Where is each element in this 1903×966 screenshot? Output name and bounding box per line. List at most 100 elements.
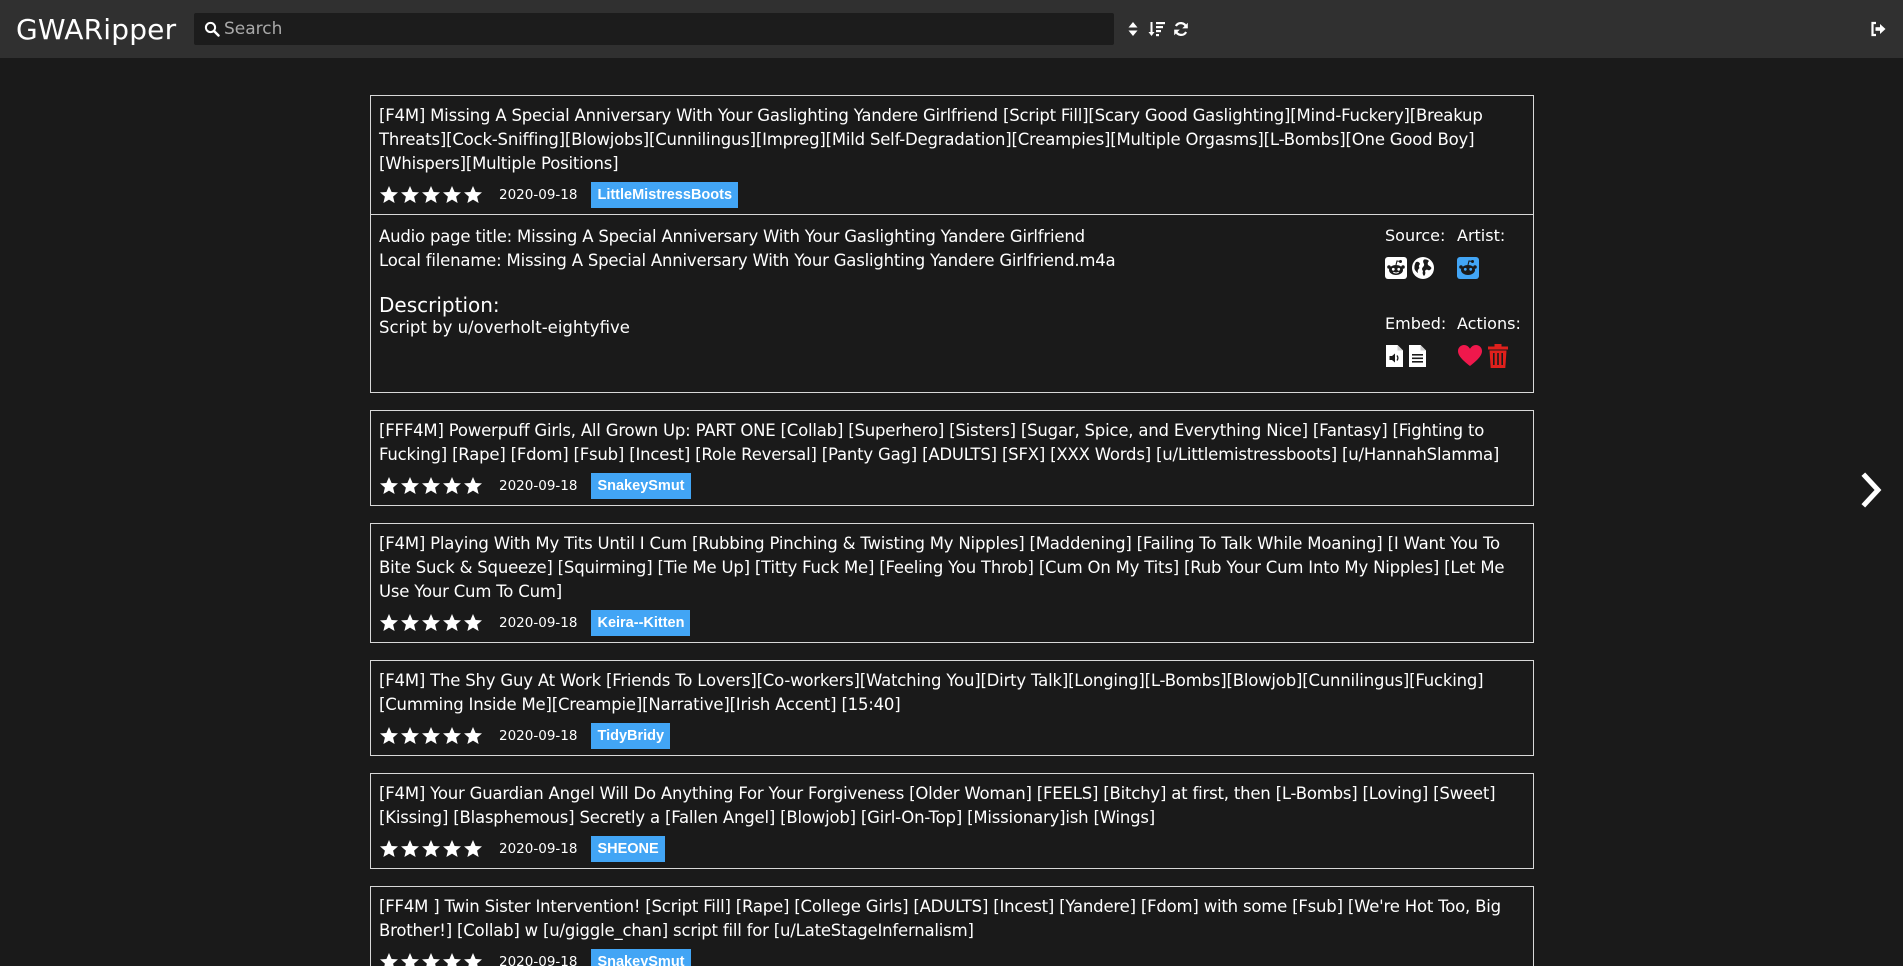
artist-badge[interactable]: LittleMistressBoots bbox=[591, 182, 739, 208]
entry-title[interactable]: [F4M] Your Guardian Angel Will Do Anythi… bbox=[379, 782, 1525, 830]
entry-header[interactable]: [FFF4M] Powerpuff Girls, All Grown Up: P… bbox=[371, 411, 1533, 505]
star-icon[interactable] bbox=[442, 726, 462, 746]
audio-file-icon[interactable] bbox=[1385, 344, 1404, 368]
embed-links bbox=[1385, 343, 1457, 369]
entry-title[interactable]: [F4M] Missing A Special Anniversary With… bbox=[379, 104, 1525, 176]
entry-title[interactable]: [FF4M ] Twin Sister Intervention! [Scrip… bbox=[379, 895, 1525, 943]
search-input[interactable] bbox=[224, 14, 1114, 44]
star-icon[interactable] bbox=[463, 185, 483, 205]
star-icon[interactable] bbox=[421, 726, 441, 746]
sign-out-icon bbox=[1871, 21, 1886, 37]
rating-stars[interactable] bbox=[379, 952, 483, 966]
star-icon[interactable] bbox=[421, 839, 441, 859]
artist-badge[interactable]: SnakeySmut bbox=[591, 473, 691, 499]
artist-group: Artist: bbox=[1457, 225, 1525, 281]
star-icon[interactable] bbox=[442, 613, 462, 633]
entry-date: 2020-09-18 bbox=[499, 187, 578, 203]
star-icon[interactable] bbox=[400, 185, 420, 205]
star-icon[interactable] bbox=[463, 726, 483, 746]
search-icon bbox=[204, 21, 220, 37]
entry-header[interactable]: [F4M] The Shy Guy At Work [Friends To Lo… bbox=[371, 661, 1533, 755]
entry-date: 2020-09-18 bbox=[499, 615, 578, 631]
star-icon[interactable] bbox=[379, 952, 399, 966]
star-icon[interactable] bbox=[379, 839, 399, 859]
audio-entry[interactable]: [FFF4M] Powerpuff Girls, All Grown Up: P… bbox=[370, 410, 1534, 506]
entry-header[interactable]: [F4M] Playing With My Tits Until I Cum [… bbox=[371, 524, 1533, 642]
audio-entry[interactable]: [F4M] Your Guardian Angel Will Do Anythi… bbox=[370, 773, 1534, 869]
entry-date: 2020-09-18 bbox=[499, 478, 578, 494]
logout-button[interactable] bbox=[1867, 18, 1889, 40]
rating-stars[interactable] bbox=[379, 476, 483, 496]
star-icon[interactable] bbox=[379, 185, 399, 205]
star-icon[interactable] bbox=[400, 952, 420, 966]
star-icon[interactable] bbox=[463, 839, 483, 859]
trash-icon[interactable] bbox=[1487, 343, 1509, 369]
reddit-artist-icon[interactable] bbox=[1457, 257, 1479, 279]
search-box[interactable] bbox=[194, 13, 1114, 45]
star-icon[interactable] bbox=[379, 476, 399, 496]
star-icon[interactable] bbox=[463, 613, 483, 633]
artist-badge[interactable]: TidyBridy bbox=[591, 723, 671, 749]
source-group: Source: bbox=[1385, 225, 1457, 281]
rating-stars[interactable] bbox=[379, 185, 483, 205]
description-text: Script by u/overholt-eightyfive bbox=[379, 318, 630, 337]
globe-icon[interactable] bbox=[1411, 256, 1435, 280]
rating-stars[interactable] bbox=[379, 839, 483, 859]
entry-details: Audio page title: Missing A Special Anni… bbox=[371, 214, 1533, 392]
audio-entry[interactable]: [F4M] Playing With My Tits Until I Cum [… bbox=[370, 523, 1534, 643]
audio-entry[interactable]: [FF4M ] Twin Sister Intervention! [Scrip… bbox=[370, 886, 1534, 966]
star-icon[interactable] bbox=[379, 726, 399, 746]
star-icon[interactable] bbox=[421, 476, 441, 496]
star-icon[interactable] bbox=[442, 839, 462, 859]
star-icon[interactable] bbox=[400, 839, 420, 859]
chevron-right-icon[interactable] bbox=[1859, 472, 1885, 508]
source-artist-row: Source: Artist: bbox=[1385, 225, 1525, 281]
entry-meta: 2020-09-18 Keira--Kitten bbox=[379, 610, 1525, 636]
artist-links bbox=[1457, 255, 1525, 281]
action-buttons bbox=[1457, 343, 1525, 369]
entry-title[interactable]: [F4M] Playing With My Tits Until I Cum [… bbox=[379, 532, 1525, 604]
star-icon[interactable] bbox=[442, 952, 462, 966]
audio-entry[interactable]: [F4M] Missing A Special Anniversary With… bbox=[370, 95, 1534, 393]
source-label: Source: bbox=[1385, 226, 1446, 245]
artist-badge[interactable]: SHEONE bbox=[591, 836, 665, 862]
rating-stars[interactable] bbox=[379, 726, 483, 746]
entry-title[interactable]: [FFF4M] Powerpuff Girls, All Grown Up: P… bbox=[379, 419, 1525, 467]
app-title[interactable]: GWARipper bbox=[16, 13, 194, 46]
audio-entry[interactable]: [F4M] The Shy Guy At Work [Friends To Lo… bbox=[370, 660, 1534, 756]
sort-amount-icon bbox=[1148, 22, 1165, 37]
top-bar: GWARipper bbox=[0, 0, 1903, 58]
star-icon[interactable] bbox=[463, 952, 483, 966]
entry-header[interactable]: [FF4M ] Twin Sister Intervention! [Scrip… bbox=[371, 887, 1533, 966]
entry-header[interactable]: [F4M] Your Guardian Angel Will Do Anythi… bbox=[371, 774, 1533, 868]
source-links bbox=[1385, 255, 1457, 281]
refresh-icon bbox=[1174, 22, 1188, 36]
star-icon[interactable] bbox=[400, 613, 420, 633]
actions-label: Actions: bbox=[1457, 314, 1521, 333]
local-filename: Local filename: Missing A Special Annive… bbox=[379, 251, 1116, 270]
refresh-button[interactable] bbox=[1170, 18, 1192, 40]
star-icon[interactable] bbox=[442, 476, 462, 496]
entry-header[interactable]: [F4M] Missing A Special Anniversary With… bbox=[371, 96, 1533, 214]
sort-by-button[interactable] bbox=[1146, 18, 1168, 40]
text-file-icon[interactable] bbox=[1408, 344, 1427, 368]
artist-label: Artist: bbox=[1457, 226, 1506, 245]
star-icon[interactable] bbox=[421, 952, 441, 966]
audio-page-title: Audio page title: Missing A Special Anni… bbox=[379, 227, 1085, 246]
sort-order-button[interactable] bbox=[1122, 18, 1144, 40]
star-icon[interactable] bbox=[421, 613, 441, 633]
star-icon[interactable] bbox=[421, 185, 441, 205]
artist-badge[interactable]: Keira--Kitten bbox=[591, 610, 691, 636]
reddit-icon[interactable] bbox=[1385, 257, 1407, 279]
heart-icon[interactable] bbox=[1457, 344, 1483, 368]
star-icon[interactable] bbox=[463, 476, 483, 496]
star-icon[interactable] bbox=[400, 726, 420, 746]
rating-stars[interactable] bbox=[379, 613, 483, 633]
artist-badge[interactable]: SnakeySmut bbox=[591, 949, 691, 966]
star-icon[interactable] bbox=[379, 613, 399, 633]
star-icon[interactable] bbox=[400, 476, 420, 496]
embed-actions-row: Embed: Actions: bbox=[1385, 313, 1525, 369]
entry-meta: 2020-09-18 SHEONE bbox=[379, 836, 1525, 862]
star-icon[interactable] bbox=[442, 185, 462, 205]
entry-title[interactable]: [F4M] The Shy Guy At Work [Friends To Lo… bbox=[379, 669, 1525, 717]
